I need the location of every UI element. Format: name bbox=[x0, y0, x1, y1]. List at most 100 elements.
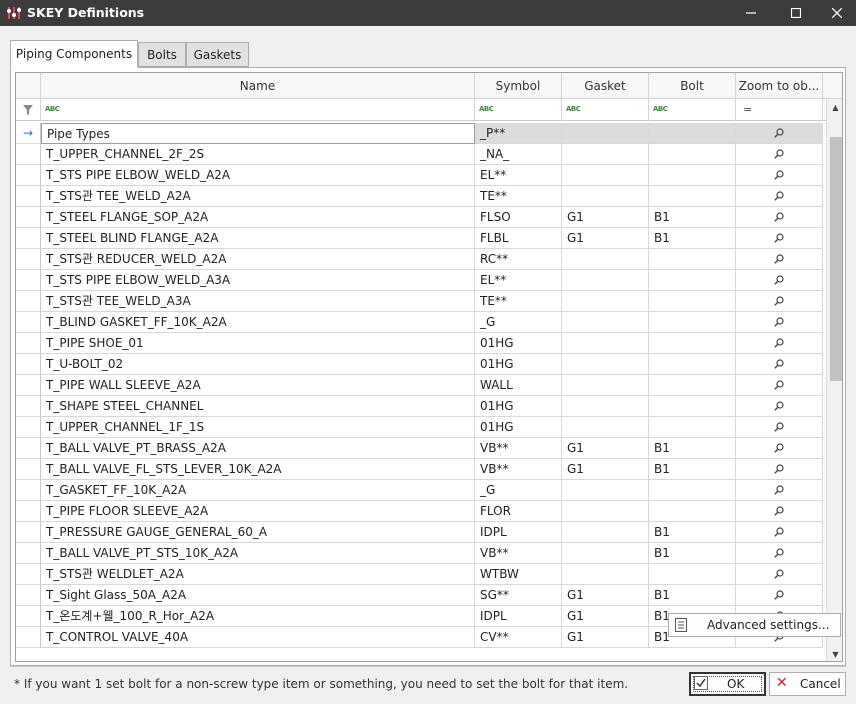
name-cell[interactable]: T_STS관 REDUCER_WELD_A2A bbox=[41, 249, 475, 270]
bolt-cell[interactable] bbox=[649, 312, 736, 333]
name-cell[interactable]: T_U-BOLT_02 bbox=[41, 354, 475, 375]
symbol-filter-cell[interactable]: ABC bbox=[475, 99, 562, 121]
zoom-search-icon[interactable] bbox=[774, 254, 784, 264]
zoom-search-icon[interactable] bbox=[774, 191, 784, 201]
zoom-cell[interactable] bbox=[736, 354, 823, 375]
zoom-filter-cell[interactable]: = bbox=[736, 99, 823, 121]
symbol-cell[interactable]: 01HG bbox=[475, 396, 562, 417]
zoom-search-icon[interactable] bbox=[774, 317, 784, 327]
zoom-search-icon[interactable] bbox=[774, 212, 784, 222]
name-cell[interactable]: T_STEEL BLIND FLANGE_A2A bbox=[41, 228, 475, 249]
gasket-cell[interactable] bbox=[562, 501, 649, 522]
symbol-cell[interactable]: _NA_ bbox=[475, 144, 562, 165]
zoom-search-icon[interactable] bbox=[774, 401, 784, 411]
zoom-cell[interactable] bbox=[736, 543, 823, 564]
row-indicator[interactable] bbox=[16, 438, 41, 459]
table-row[interactable]: T_STS PIPE ELBOW_WELD_A2A EL** bbox=[16, 165, 826, 186]
table-row[interactable]: T_STS PIPE ELBOW_WELD_A3A EL** bbox=[16, 270, 826, 291]
gasket-cell[interactable] bbox=[562, 396, 649, 417]
zoom-search-icon[interactable] bbox=[774, 422, 784, 432]
table-row[interactable]: T_BALL VALVE_PT_STS_10K_A2A VB** B1 bbox=[16, 543, 826, 564]
table-row[interactable]: T_PIPE FLOOR SLEEVE_A2A FLOR bbox=[16, 501, 826, 522]
zoom-search-icon[interactable] bbox=[774, 296, 784, 306]
gasket-cell[interactable] bbox=[562, 186, 649, 207]
row-indicator[interactable]: → bbox=[16, 123, 41, 144]
zoom-cell[interactable] bbox=[736, 480, 823, 501]
gasket-cell[interactable] bbox=[562, 543, 649, 564]
row-indicator[interactable] bbox=[16, 165, 41, 186]
zoom-cell[interactable] bbox=[736, 228, 823, 249]
bolt-cell[interactable] bbox=[649, 249, 736, 270]
table-row[interactable]: T_BALL VALVE_PT_BRASS_A2A VB** G1 B1 bbox=[16, 438, 826, 459]
symbol-cell[interactable]: 01HG bbox=[475, 354, 562, 375]
symbol-cell[interactable]: FLBL bbox=[475, 228, 562, 249]
bolt-cell[interactable] bbox=[649, 396, 736, 417]
bolt-cell[interactable] bbox=[649, 165, 736, 186]
name-cell[interactable]: T_PIPE SHOE_01 bbox=[41, 333, 475, 354]
zoom-search-icon[interactable] bbox=[774, 443, 784, 453]
table-row[interactable]: T_STS관 WELDLET_A2A WTBW bbox=[16, 564, 826, 585]
name-cell[interactable]: T_STS PIPE ELBOW_WELD_A3A bbox=[41, 270, 475, 291]
name-filter-cell[interactable]: ABC bbox=[41, 99, 475, 121]
bolt-cell[interactable] bbox=[649, 186, 736, 207]
components-grid[interactable]: Name Symbol Gasket Bolt Zoom to ob... AB… bbox=[15, 72, 843, 662]
bolt-cell[interactable] bbox=[649, 354, 736, 375]
name-cell[interactable]: T_UPPER_CHANNEL_2F_2S bbox=[41, 144, 475, 165]
name-cell[interactable]: T_STEEL FLANGE_SOP_A2A bbox=[41, 207, 475, 228]
name-cell[interactable]: T_STS관 TEE_WELD_A3A bbox=[41, 291, 475, 312]
name-cell[interactable]: T_Sight Glass_50A_A2A bbox=[41, 585, 475, 606]
name-cell[interactable]: T_BALL VALVE_PT_STS_10K_A2A bbox=[41, 543, 475, 564]
gasket-cell[interactable]: G1 bbox=[562, 585, 649, 606]
gasket-cell[interactable] bbox=[562, 312, 649, 333]
zoom-cell[interactable] bbox=[736, 375, 823, 396]
gasket-cell[interactable]: G1 bbox=[562, 606, 649, 627]
bolt-cell[interactable] bbox=[649, 291, 736, 312]
zoom-cell[interactable] bbox=[736, 249, 823, 270]
zoom-search-icon[interactable] bbox=[774, 170, 784, 180]
name-cell[interactable]: T_SHAPE STEEL_CHANNEL bbox=[41, 396, 475, 417]
name-cell[interactable]: T_BALL VALVE_PT_BRASS_A2A bbox=[41, 438, 475, 459]
row-indicator[interactable] bbox=[16, 564, 41, 585]
table-row[interactable]: T_PRESSURE GAUGE_GENERAL_60_A IDPL B1 bbox=[16, 522, 826, 543]
zoom-search-icon[interactable] bbox=[774, 569, 784, 579]
name-cell[interactable]: T_STS PIPE ELBOW_WELD_A2A bbox=[41, 165, 475, 186]
symbol-cell[interactable]: WTBW bbox=[475, 564, 562, 585]
name-cell[interactable]: T_BALL VALVE_FL_STS_LEVER_10K_A2A bbox=[41, 459, 475, 480]
gasket-cell[interactable]: G1 bbox=[562, 438, 649, 459]
column-header-bolt[interactable]: Bolt bbox=[649, 73, 736, 99]
gasket-cell[interactable] bbox=[562, 354, 649, 375]
zoom-search-icon[interactable] bbox=[774, 380, 784, 390]
row-indicator[interactable] bbox=[16, 354, 41, 375]
symbol-cell[interactable]: FLOR bbox=[475, 501, 562, 522]
gasket-cell[interactable] bbox=[562, 417, 649, 438]
bolt-cell[interactable]: B1 bbox=[649, 585, 736, 606]
name-cell[interactable]: T_BLIND GASKET_FF_10K_A2A bbox=[41, 312, 475, 333]
gasket-cell[interactable] bbox=[562, 375, 649, 396]
tab-piping-components[interactable]: Piping Components bbox=[10, 40, 138, 68]
zoom-cell[interactable] bbox=[736, 501, 823, 522]
gasket-cell[interactable] bbox=[562, 249, 649, 270]
scrollbar-thumb[interactable] bbox=[830, 137, 842, 381]
zoom-cell[interactable] bbox=[736, 438, 823, 459]
bolt-cell[interactable] bbox=[649, 417, 736, 438]
gasket-cell[interactable] bbox=[562, 270, 649, 291]
gasket-cell[interactable] bbox=[562, 165, 649, 186]
bolt-cell[interactable] bbox=[649, 501, 736, 522]
table-row[interactable]: T_STEEL BLIND FLANGE_A2A FLBL G1 B1 bbox=[16, 228, 826, 249]
gasket-cell[interactable] bbox=[562, 480, 649, 501]
name-cell[interactable]: T_GASKET_FF_10K_A2A bbox=[41, 480, 475, 501]
row-indicator[interactable] bbox=[16, 249, 41, 270]
symbol-cell[interactable]: _G bbox=[475, 480, 562, 501]
gasket-cell[interactable]: G1 bbox=[562, 228, 649, 249]
gasket-cell[interactable] bbox=[562, 144, 649, 165]
zoom-cell[interactable] bbox=[736, 333, 823, 354]
column-header-zoom[interactable]: Zoom to ob... bbox=[736, 73, 823, 99]
name-cell[interactable]: T_PIPE WALL SLEEVE_A2A bbox=[41, 375, 475, 396]
symbol-cell[interactable]: EL** bbox=[475, 270, 562, 291]
zoom-cell[interactable] bbox=[736, 312, 823, 333]
zoom-search-icon[interactable] bbox=[774, 275, 784, 285]
name-cell[interactable]: T_PIPE FLOOR SLEEVE_A2A bbox=[41, 501, 475, 522]
table-row[interactable]: T_PIPE SHOE_01 01HG bbox=[16, 333, 826, 354]
table-row[interactable]: T_STS관 TEE_WELD_A2A TE** bbox=[16, 186, 826, 207]
symbol-cell[interactable]: TE** bbox=[475, 186, 562, 207]
